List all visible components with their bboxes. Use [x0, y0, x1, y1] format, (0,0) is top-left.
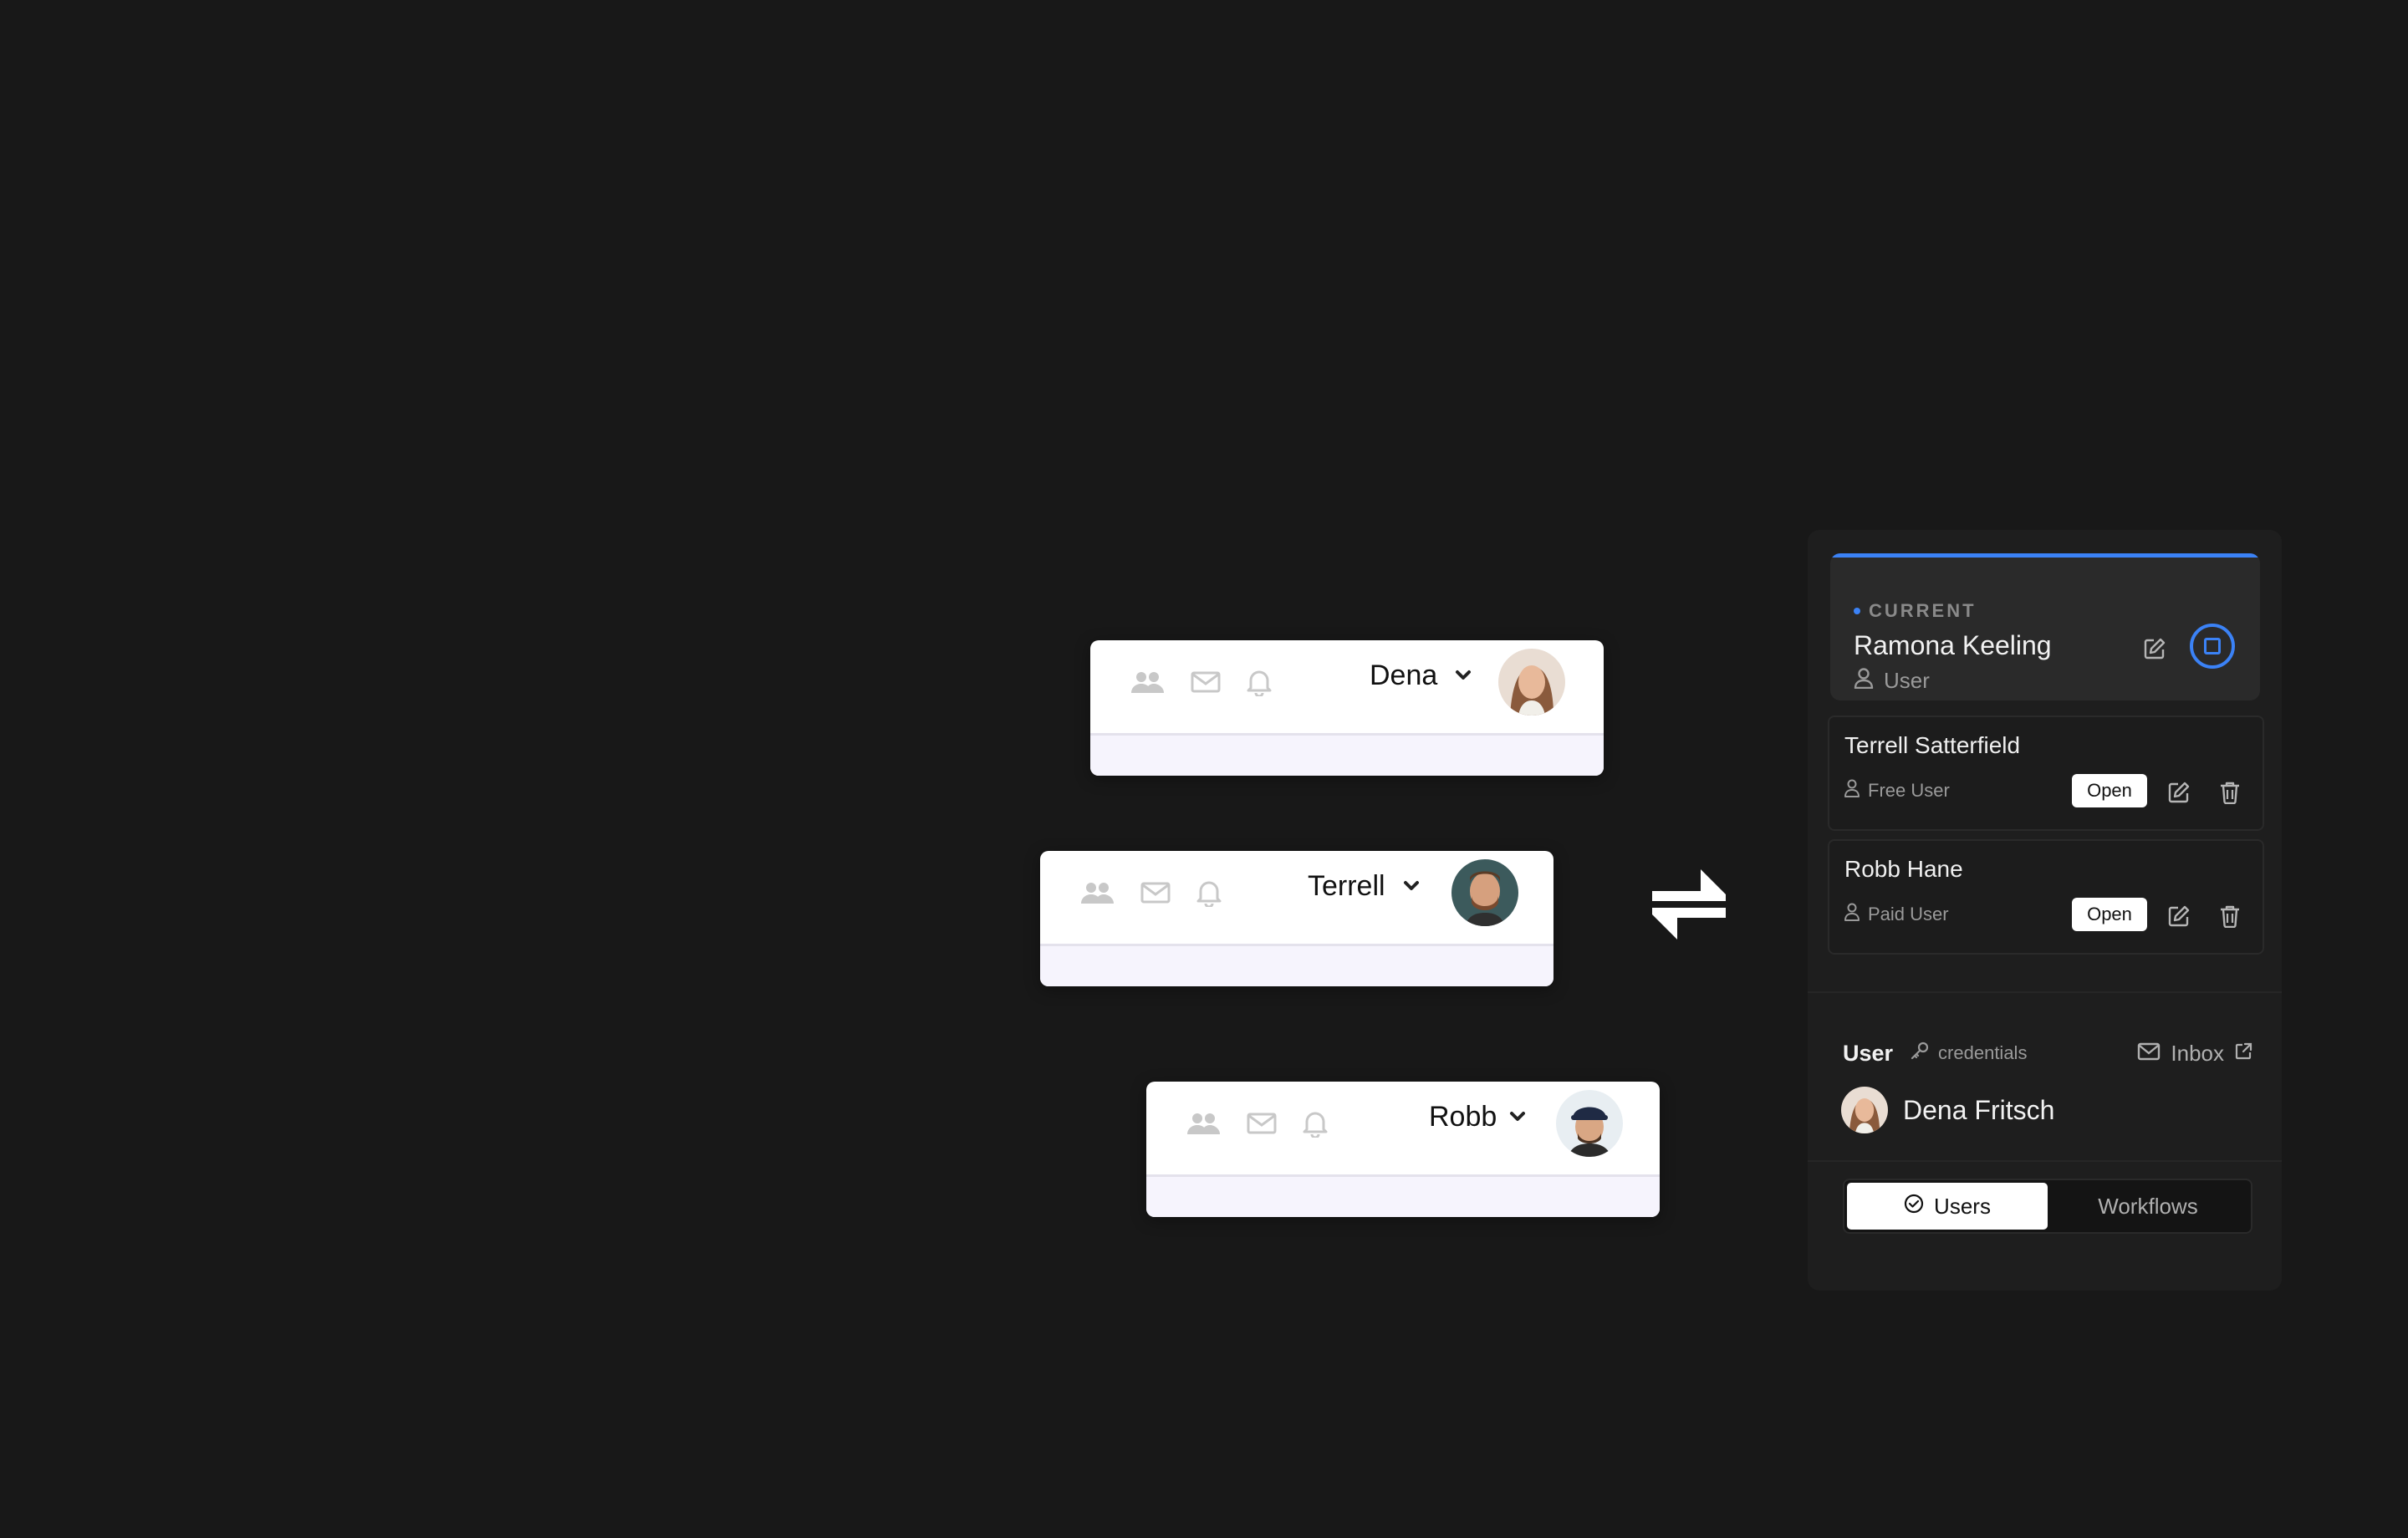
view-tabs: Users Workflows — [1843, 1179, 2252, 1234]
user-icon — [1844, 903, 1860, 926]
user-name[interactable]: Terrell — [1308, 866, 1385, 906]
current-role-text: User — [1884, 668, 1930, 693]
section-divider — [1808, 991, 2282, 993]
inbox-text: Inbox — [2171, 1040, 2224, 1066]
header-bottom-strip — [1146, 1174, 1660, 1217]
selected-user: Dena Fritsch — [1841, 1087, 2054, 1133]
current-label-text: CURRENT — [1869, 600, 1977, 621]
current-user-role: User — [1854, 667, 1930, 695]
current-user-card: CURRENT Ramona Keeling User — [1830, 553, 2260, 700]
user-icon — [1844, 779, 1860, 802]
chevron-down-icon[interactable] — [1508, 1107, 1528, 1131]
user-row-name: Robb Hane — [1844, 856, 1963, 882]
user-row-role-text: Free User — [1868, 780, 1950, 801]
mail-icon[interactable] — [1191, 670, 1221, 694]
credentials-link[interactable]: credentials — [1910, 1041, 2027, 1066]
header-bottom-strip — [1040, 944, 1553, 986]
users-icon[interactable] — [1080, 880, 1115, 905]
selected-user-name: Dena Fritsch — [1903, 1094, 2055, 1125]
bell-icon[interactable] — [1196, 878, 1222, 907]
current-label: CURRENT — [1854, 600, 1977, 622]
open-button[interactable]: Open — [2072, 774, 2147, 807]
header-icons — [1080, 873, 1222, 913]
users-icon[interactable] — [1130, 670, 1166, 695]
mail-icon[interactable] — [1247, 1112, 1277, 1135]
tab-users[interactable]: Users — [1847, 1183, 2048, 1230]
user-switcher-panel: CURRENT Ramona Keeling User Terrell Satt… — [1808, 530, 2282, 1291]
inbox-link[interactable]: Inbox — [2137, 1041, 2252, 1067]
header-preview-card-robb: Robb — [1146, 1082, 1660, 1217]
current-user-name: Ramona Keeling — [1854, 630, 2052, 660]
tab-users-label: Users — [1934, 1193, 1991, 1219]
mail-icon — [2137, 1041, 2161, 1067]
user-section-header: User credentials Inbox — [1843, 1028, 2252, 1078]
user-row-role: Free User — [1844, 779, 1950, 802]
user-row-role-text: Paid User — [1868, 904, 1949, 924]
open-button[interactable]: Open — [2072, 898, 2147, 931]
current-accent-bar — [1830, 553, 2260, 558]
avatar[interactable] — [1451, 859, 1518, 926]
user-row-name: Terrell Satterfield — [1844, 732, 2021, 758]
current-dot-icon — [1854, 608, 1860, 614]
user-section-title: User — [1843, 1040, 1894, 1066]
edit-icon[interactable] — [2167, 781, 2191, 808]
header-icons — [1186, 1103, 1329, 1143]
bell-icon[interactable] — [1246, 668, 1273, 696]
tab-workflows[interactable]: Workflows — [2048, 1183, 2248, 1230]
user-icon — [1854, 667, 1874, 695]
bell-icon[interactable] — [1302, 1109, 1329, 1138]
user-row-role: Paid User — [1844, 903, 1949, 926]
header-preview-card-dena: Dena — [1090, 640, 1604, 776]
user-row-terrell[interactable]: Terrell Satterfield Free User Open — [1828, 716, 2264, 831]
chevron-down-icon[interactable] — [1453, 665, 1473, 690]
avatar — [1841, 1087, 1888, 1133]
edit-icon[interactable] — [2167, 904, 2191, 932]
users-icon[interactable] — [1186, 1111, 1222, 1136]
external-link-icon — [2234, 1041, 2252, 1067]
chevron-down-icon[interactable] — [1401, 876, 1421, 900]
key-icon — [1910, 1041, 1930, 1066]
header-bottom-strip — [1090, 733, 1604, 776]
mail-icon[interactable] — [1140, 881, 1171, 904]
header-preview-card-terrell: Terrell — [1040, 851, 1553, 986]
trash-icon[interactable] — [2219, 904, 2241, 932]
stop-session-button[interactable] — [2190, 624, 2235, 669]
section-divider — [1808, 1160, 2282, 1162]
header-icons — [1130, 662, 1273, 702]
stop-icon — [2204, 638, 2221, 654]
user-name[interactable]: Dena — [1370, 655, 1437, 695]
credentials-text: credentials — [1938, 1042, 2028, 1063]
swap-arrows-icon — [1649, 866, 1729, 947]
check-circle-icon — [1904, 1194, 1924, 1220]
avatar[interactable] — [1498, 649, 1565, 716]
avatar[interactable] — [1556, 1090, 1623, 1157]
tab-workflows-label: Workflows — [2098, 1193, 2198, 1219]
user-row-robb[interactable]: Robb Hane Paid User Open — [1828, 839, 2264, 955]
edit-icon[interactable] — [2143, 637, 2166, 665]
trash-icon[interactable] — [2219, 781, 2241, 808]
user-name[interactable]: Robb — [1429, 1097, 1497, 1137]
